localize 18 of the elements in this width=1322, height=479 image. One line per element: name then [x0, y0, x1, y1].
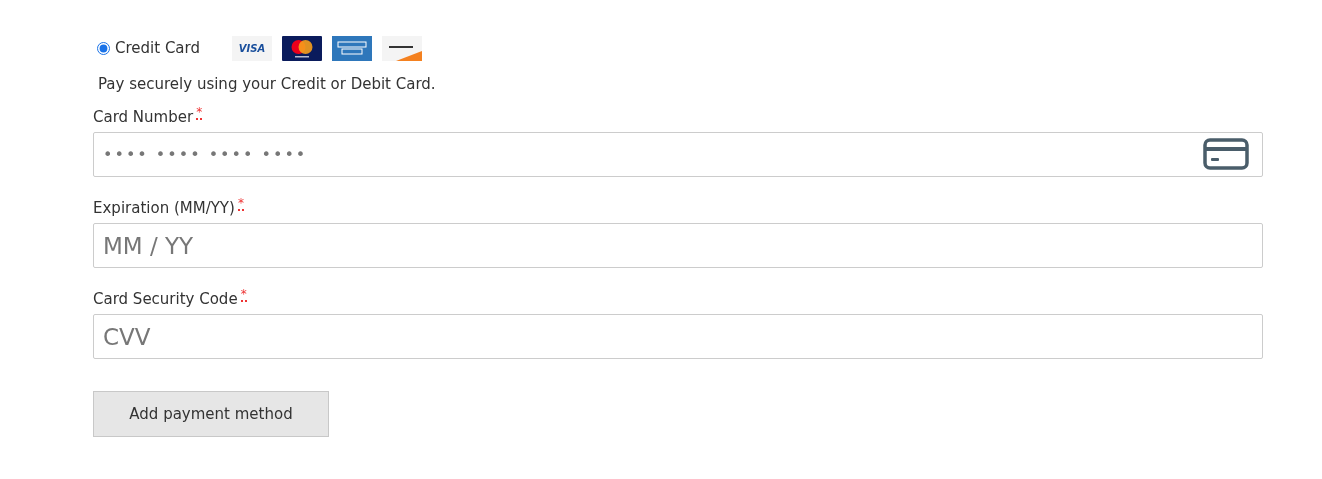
description: Pay securely using your Credit or Debit Card.: [97, 74, 437, 94]
amex-logo-icon: [331, 36, 372, 61]
required-mark: *: [240, 288, 247, 302]
discover-logo-icon: [381, 36, 422, 61]
field-label: Expiration (MM/YY): [93, 198, 235, 219]
card-number-field[interactable]: •••• •••• •••• ••••: [93, 132, 1263, 177]
mastercard-logo-icon: [281, 36, 322, 61]
required-mark: *: [196, 106, 203, 120]
field-label: Card Security Code: [93, 289, 238, 310]
required-mark: *: [237, 197, 244, 211]
credit-card-radio[interactable]: [97, 42, 110, 55]
credit-card-icon: [1203, 138, 1249, 170]
add-payment-method-button[interactable]: Add payment method: [93, 391, 329, 437]
radio-label: Credit Card: [115, 38, 200, 60]
field-label: Card Number: [93, 107, 194, 128]
visa-logo-icon: VISA: [231, 36, 272, 61]
input-field[interactable]: MM / YY: [93, 223, 1263, 268]
input-field[interactable]: CVV: [93, 314, 1263, 359]
